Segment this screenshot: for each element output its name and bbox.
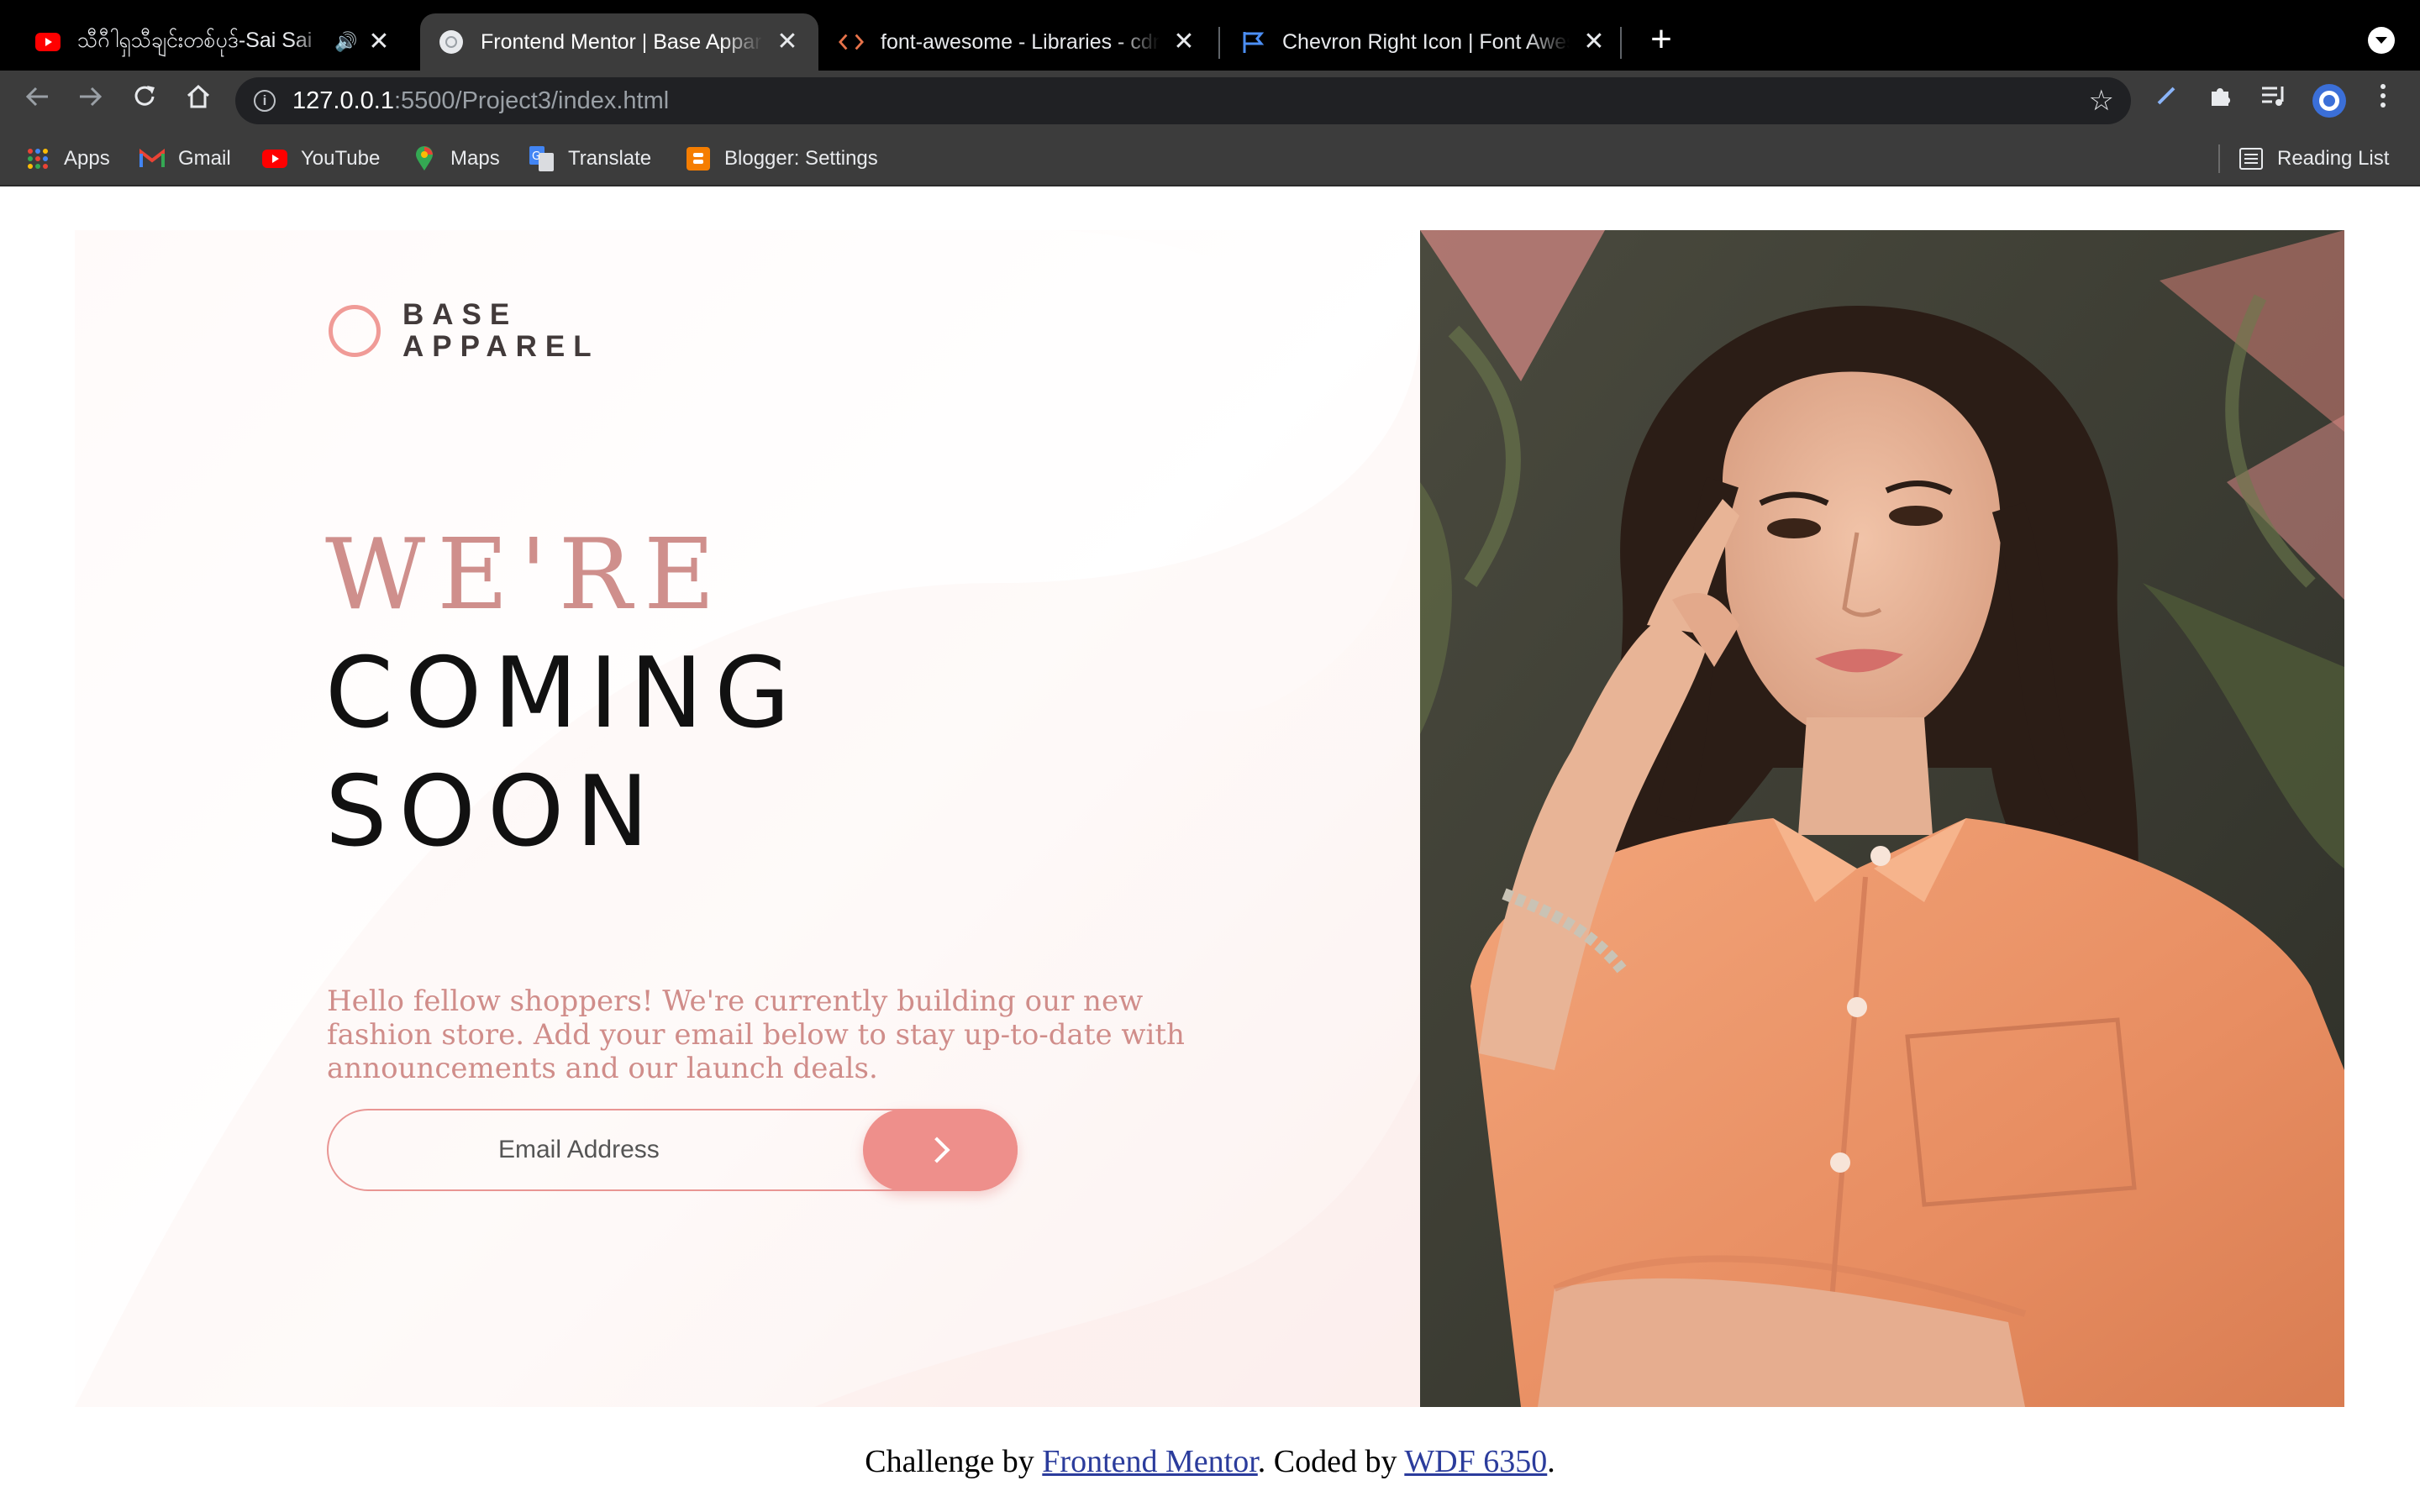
site-info-icon[interactable]: i	[254, 90, 276, 112]
bookmark-label: Gmail	[178, 147, 231, 170]
submit-button[interactable]	[863, 1109, 1018, 1191]
back-arrow-icon[interactable]	[18, 82, 55, 119]
page-viewport: BASE APPAREL WE'RE COMING SOON Hello fel…	[0, 186, 2420, 1512]
reading-list-button[interactable]: Reading List	[2238, 143, 2389, 175]
flag-icon	[1240, 29, 1265, 55]
bookmark-label: Apps	[64, 147, 110, 170]
tab-frontend-mentor[interactable]: Frontend Mentor | Base Apparel ✕	[420, 13, 818, 71]
tab-title: Chevron Right Icon | Font Awesome	[1282, 29, 1570, 54]
pen-extension-icon[interactable]	[2148, 82, 2185, 119]
close-tab-icon[interactable]: ✕	[1581, 29, 1607, 55]
bookmark-star-icon[interactable]: ☆	[2089, 84, 2114, 118]
tab-youtube[interactable]: သီဂီါရှသီချင်းတစ်ပုဒ်-Sai Sai 🔊 ✕	[17, 13, 410, 71]
svg-text:G: G	[532, 150, 540, 163]
chevron-right-icon	[923, 1137, 950, 1163]
forward-arrow-icon[interactable]	[72, 82, 109, 119]
bookmark-label: Maps	[450, 147, 500, 170]
heading-line-1: WE'RE	[325, 518, 727, 632]
close-tab-icon[interactable]: ✕	[775, 29, 800, 55]
frontend-mentor-link[interactable]: Frontend Mentor	[1042, 1444, 1257, 1479]
author-link[interactable]: WDF 6350	[1404, 1444, 1547, 1479]
browser-toolbar: i 127.0.0.1:5500/Project3/index.html ☆	[0, 71, 2420, 131]
logo-text: BASE APPAREL	[402, 298, 600, 363]
hero-image	[1420, 230, 2344, 1407]
hero-content: BASE APPAREL WE'RE COMING SOON Hello fel…	[75, 230, 1421, 1407]
translate-icon: G	[529, 146, 555, 171]
reading-list-icon	[2238, 146, 2264, 171]
attribution-footer: Challenge by Frontend Mentor. Coded by W…	[0, 1443, 2420, 1480]
bookmark-label: Blogger: Settings	[724, 147, 878, 170]
tab-title: font-awesome - Libraries - cdnjs	[881, 29, 1160, 54]
speaker-icon[interactable]: 🔊	[334, 31, 357, 53]
address-bar[interactable]: i 127.0.0.1:5500/Project3/index.html ☆	[235, 77, 2131, 124]
page-heading: WE'RE COMING SOON	[325, 516, 802, 871]
bookmark-maps[interactable]: Maps	[412, 143, 500, 175]
menu-dots-icon[interactable]	[2365, 82, 2402, 119]
reload-icon[interactable]	[126, 82, 163, 119]
attribution-middle: . Coded by	[1257, 1444, 1405, 1479]
tab-cdnjs[interactable]: font-awesome - Libraries - cdnjs ✕	[820, 13, 1215, 71]
reading-list-label: Reading List	[2277, 147, 2390, 170]
bookmark-blogger[interactable]: Blogger: Settings	[686, 143, 878, 175]
attribution-suffix: .	[1547, 1444, 1555, 1479]
maps-icon	[412, 146, 437, 171]
bookmarks-bar: Apps Gmail YouTube Maps G Translate Blog…	[0, 131, 2420, 186]
bookmark-translate[interactable]: G Translate	[529, 143, 651, 175]
bookmark-label: Translate	[568, 147, 652, 170]
bookmark-gmail[interactable]: Gmail	[139, 143, 231, 175]
bookmark-youtube[interactable]: YouTube	[262, 143, 380, 175]
media-queue-icon[interactable]	[2255, 82, 2292, 119]
brand-logo[interactable]: BASE APPAREL	[329, 299, 600, 363]
hero-description: Hello fellow shoppers! We're currently b…	[327, 984, 1185, 1085]
tab-separator	[1620, 27, 1622, 59]
email-form	[327, 1109, 1018, 1191]
youtube-icon	[35, 29, 60, 55]
tab-font-awesome[interactable]: Chevron Right Icon | Font Awesome ✕	[1222, 13, 1625, 71]
code-icon	[839, 29, 864, 55]
heading-line-2: COMING	[325, 637, 802, 750]
home-icon[interactable]	[180, 82, 217, 119]
frontend-mentor-icon	[439, 29, 464, 55]
url-text[interactable]: 127.0.0.1:5500/Project3/index.html	[292, 87, 669, 115]
logo-ring-icon	[329, 305, 381, 357]
heading-line-3: SOON	[325, 755, 661, 869]
attribution-prefix: Challenge by	[865, 1444, 1043, 1479]
new-tab-button[interactable]: +	[1643, 21, 1680, 59]
profile-avatar-icon[interactable]	[2311, 82, 2348, 119]
email-input[interactable]	[330, 1112, 851, 1188]
apps-grid-icon	[25, 146, 50, 171]
blogger-icon	[686, 146, 711, 171]
tab-title: သီဂီါရှသီချင်းတစ်ပုဒ်-Sai Sai	[77, 28, 313, 52]
gmail-icon	[139, 146, 165, 171]
tab-title: Frontend Mentor | Base Apparel	[481, 29, 763, 54]
tab-search-icon[interactable]	[2368, 27, 2395, 54]
extensions-puzzle-icon[interactable]	[2202, 82, 2238, 119]
tab-strip: သီဂီါရှသီချင်းတစ်ပုဒ်-Sai Sai 🔊 ✕ Fronte…	[0, 0, 2420, 71]
tab-separator	[1218, 27, 1220, 59]
woman-portrait-illustration	[1420, 230, 2344, 1407]
close-tab-icon[interactable]: ✕	[366, 29, 392, 55]
bookmarks-separator	[2218, 144, 2220, 173]
bookmark-label: YouTube	[301, 147, 381, 170]
youtube-icon	[262, 146, 287, 171]
close-tab-icon[interactable]: ✕	[1171, 29, 1197, 55]
bookmark-apps[interactable]: Apps	[25, 143, 110, 175]
